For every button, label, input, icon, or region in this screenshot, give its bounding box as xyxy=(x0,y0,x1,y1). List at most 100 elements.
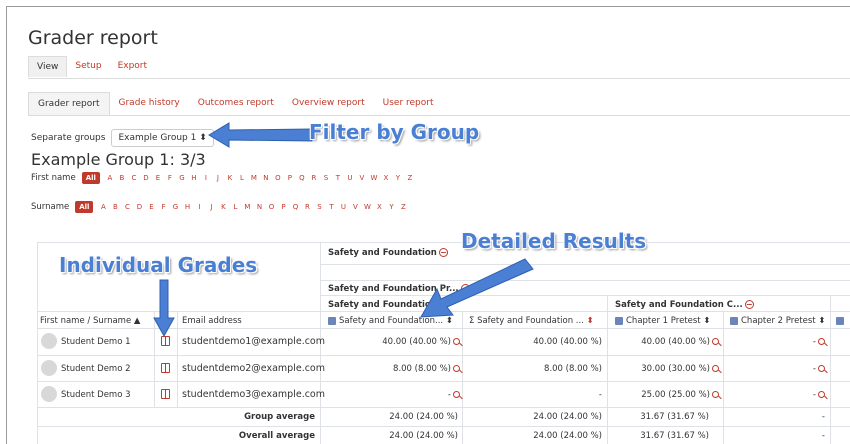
initial-letter-link[interactable]: S xyxy=(320,174,332,182)
initial-letter-link[interactable]: M xyxy=(248,174,260,182)
search-icon[interactable] xyxy=(453,338,460,345)
search-icon[interactable] xyxy=(818,391,825,398)
initial-letter-link[interactable]: Q xyxy=(296,174,308,182)
initial-letter-link[interactable]: A xyxy=(104,174,116,182)
tab-grade-history[interactable]: Grade history xyxy=(110,92,189,115)
initial-letter-link[interactable]: P xyxy=(284,174,296,182)
initial-letter-link[interactable]: Z xyxy=(397,203,409,211)
initial-letter-link[interactable]: A xyxy=(97,203,109,211)
initial-letter-link[interactable]: N xyxy=(253,203,265,211)
initial-letter-link[interactable]: C xyxy=(121,203,133,211)
grade-cell[interactable]: - xyxy=(725,364,825,374)
initial-letter-link[interactable]: F xyxy=(157,203,169,211)
initial-letter-link[interactable]: R xyxy=(308,174,320,182)
grade-cell[interactable]: 25.00 (25.00 %) xyxy=(609,390,719,400)
column-header-item4[interactable]: Chapter 2 Pretest ⬍ xyxy=(730,316,825,326)
search-icon[interactable] xyxy=(818,338,825,345)
student-name-link[interactable]: Student Demo 3 xyxy=(61,390,131,400)
initial-letter-link[interactable]: X xyxy=(373,203,385,211)
user-report-icon[interactable] xyxy=(161,389,170,399)
initial-letter-link[interactable]: J xyxy=(212,174,224,182)
initial-letter-link[interactable]: K xyxy=(217,203,229,211)
search-icon[interactable] xyxy=(712,338,719,345)
grade-cell[interactable]: 8.00 (8.00 %) xyxy=(322,364,460,374)
average-cell: - xyxy=(821,412,825,422)
initial-letter-link[interactable]: S xyxy=(313,203,325,211)
initial-letter-link[interactable]: E xyxy=(152,174,164,182)
initial-letter-link[interactable]: T xyxy=(325,203,337,211)
initial-letter-link[interactable]: V xyxy=(356,174,368,182)
initial-letter-link[interactable]: L xyxy=(229,203,241,211)
tab-export[interactable]: Export xyxy=(110,56,155,77)
initial-letter-link[interactable]: Y xyxy=(392,174,404,182)
initial-letter-link[interactable]: J xyxy=(205,203,217,211)
tab-user-report[interactable]: User report xyxy=(374,92,443,115)
search-icon[interactable] xyxy=(453,365,460,372)
grade-cell[interactable]: 30.00 (30.00 %) xyxy=(609,364,719,374)
initial-letter-link[interactable]: C xyxy=(128,174,140,182)
initial-letter-link[interactable]: D xyxy=(140,174,152,182)
column-header-email[interactable]: Email address xyxy=(182,316,242,326)
top-tabs: View Setup Export xyxy=(28,56,155,77)
initial-letter-link[interactable]: M xyxy=(241,203,253,211)
group-filter: Separate groups Example Group 1 ⬍ xyxy=(31,129,214,147)
column-header-name[interactable]: First name / Surname ▲ xyxy=(40,316,140,326)
annotation-individual-grades: Individual Grades xyxy=(59,253,258,277)
initial-letter-link[interactable]: I xyxy=(193,203,205,211)
initial-letter-link[interactable]: B xyxy=(116,174,128,182)
initial-letter-link[interactable]: D xyxy=(133,203,145,211)
initial-letter-link[interactable]: H xyxy=(188,174,200,182)
initial-letter-link[interactable]: X xyxy=(380,174,392,182)
initial-letter-link[interactable]: F xyxy=(164,174,176,182)
initial-letter-link[interactable]: I xyxy=(200,174,212,182)
grade-cell[interactable]: 40.00 (40.00 %) xyxy=(322,337,460,347)
search-icon[interactable] xyxy=(712,365,719,372)
grade-cell[interactable]: - xyxy=(322,390,460,400)
table-line xyxy=(177,311,178,407)
tab-overview-report[interactable]: Overview report xyxy=(283,92,374,115)
column-header-item3[interactable]: Chapter 1 Pretest ⬍ xyxy=(615,316,710,326)
initial-letter-link[interactable]: U xyxy=(337,203,349,211)
column-header-item5[interactable] xyxy=(836,316,847,326)
user-report-icon[interactable] xyxy=(161,363,170,373)
initial-letter-link[interactable]: Q xyxy=(289,203,301,211)
initial-letter-link[interactable]: H xyxy=(181,203,193,211)
initial-letter-link[interactable]: G xyxy=(176,174,188,182)
tab-setup[interactable]: Setup xyxy=(67,56,109,77)
initial-letter-link[interactable]: O xyxy=(272,174,284,182)
initial-letter-link[interactable]: V xyxy=(349,203,361,211)
grade-cell[interactable]: - xyxy=(725,390,825,400)
initial-letter-link[interactable]: E xyxy=(145,203,157,211)
initial-letter-link[interactable]: G xyxy=(169,203,181,211)
tab-grader-report[interactable]: Grader report xyxy=(28,92,110,115)
collapse-icon[interactable]: − xyxy=(744,300,754,309)
surname-all[interactable]: All xyxy=(75,201,94,213)
initial-letter-link[interactable]: Z xyxy=(404,174,416,182)
initial-letter-link[interactable]: B xyxy=(109,203,121,211)
initial-letter-link[interactable]: P xyxy=(277,203,289,211)
grade-value: 40.00 (40.00 %) xyxy=(382,337,451,347)
firstname-all[interactable]: All xyxy=(81,172,100,184)
initial-letter-link[interactable]: R xyxy=(301,203,313,211)
group-select[interactable]: Example Group 1 ⬍ xyxy=(111,129,214,147)
overall-average-label: Overall average xyxy=(238,431,315,441)
initial-letter-link[interactable]: U xyxy=(344,174,356,182)
initial-letter-link[interactable]: W xyxy=(361,203,373,211)
student-name-link[interactable]: Student Demo 1 xyxy=(61,337,131,347)
page-title: Grader report xyxy=(28,27,158,49)
initial-letter-link[interactable]: T xyxy=(332,174,344,182)
initial-letter-link[interactable]: N xyxy=(260,174,272,182)
grade-cell[interactable]: 40.00 (40.00 %) xyxy=(609,337,719,347)
initial-letter-link[interactable]: O xyxy=(265,203,277,211)
initial-letter-link[interactable]: K xyxy=(224,174,236,182)
initial-letter-link[interactable]: Y xyxy=(385,203,397,211)
grade-cell[interactable]: - xyxy=(725,337,825,347)
initial-letter-link[interactable]: L xyxy=(236,174,248,182)
search-icon[interactable] xyxy=(453,391,460,398)
search-icon[interactable] xyxy=(712,391,719,398)
tab-outcomes-report[interactable]: Outcomes report xyxy=(189,92,283,115)
student-name-link[interactable]: Student Demo 2 xyxy=(61,364,131,374)
initial-letter-link[interactable]: W xyxy=(368,174,380,182)
tab-view[interactable]: View xyxy=(28,56,68,77)
search-icon[interactable] xyxy=(818,365,825,372)
